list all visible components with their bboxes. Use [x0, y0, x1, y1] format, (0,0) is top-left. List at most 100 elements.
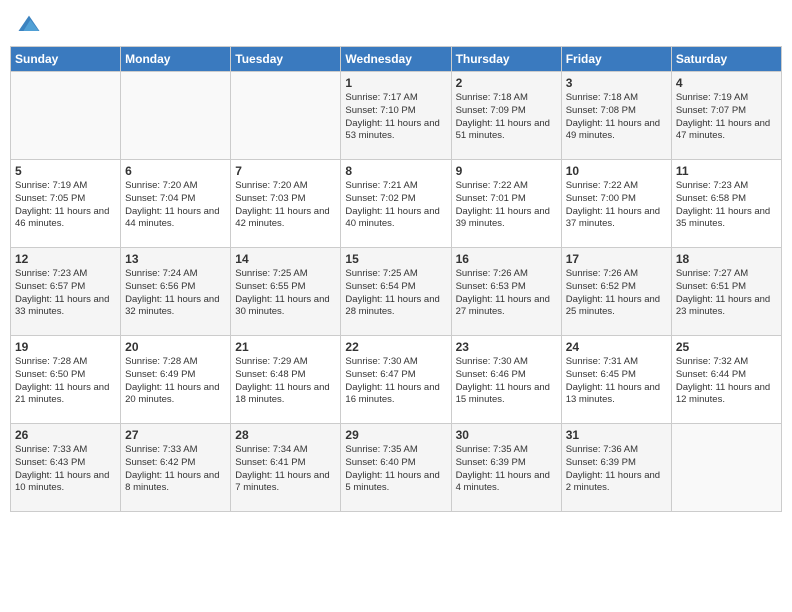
day-info: Sunrise: 7:34 AM Sunset: 6:41 PM Dayligh… — [235, 444, 336, 495]
day-cell-13: 13 Sunrise: 7:24 AM Sunset: 6:56 PM Dayli… — [121, 248, 231, 336]
calendar-body: 1 Sunrise: 7:17 AM Sunset: 7:10 PM Daylig… — [11, 72, 782, 512]
day-info: Sunrise: 7:19 AM Sunset: 7:05 PM Dayligh… — [15, 180, 116, 231]
day-cell-5: 5 Sunrise: 7:19 AM Sunset: 7:05 PM Daylig… — [11, 160, 121, 248]
day-cell-14: 14 Sunrise: 7:25 AM Sunset: 6:55 PM Dayli… — [231, 248, 341, 336]
day-cell-7: 7Sunrise: 7:20 AM Sunset: 7:03 PM Daylig… — [231, 160, 341, 248]
day-number: 29 — [345, 428, 446, 442]
header-day-tuesday: Tuesday — [231, 47, 341, 72]
week-row-4: 19Sunrise: 7:28 AM Sunset: 6:50 PM Dayli… — [11, 336, 782, 424]
day-cell-empty — [671, 424, 781, 512]
day-number: 22 — [345, 340, 446, 354]
day-number: 14 — [235, 252, 336, 266]
day-number: 11 — [676, 164, 777, 178]
header-day-wednesday: Wednesday — [341, 47, 451, 72]
day-number: 19 — [15, 340, 116, 354]
day-number: 20 — [125, 340, 226, 354]
day-cell-27: 27 Sunrise: 7:33 AM Sunset: 6:42 PM Dayli… — [121, 424, 231, 512]
day-number: 3 — [566, 76, 667, 90]
day-cell-empty — [11, 72, 121, 160]
day-info: Sunrise: 7:33 AM Sunset: 6:43 PM Dayligh… — [15, 444, 116, 495]
day-number: 1 — [345, 76, 446, 90]
day-info: Sunrise: 7:29 AM Sunset: 6:48 PM Dayligh… — [235, 356, 336, 407]
day-number: 25 — [676, 340, 777, 354]
day-info: Sunrise: 7:35 AM Sunset: 6:39 PM Dayligh… — [456, 444, 557, 495]
day-info: Sunrise: 7:23 AM Sunset: 6:57 PM Dayligh… — [15, 268, 116, 319]
day-cell-15: 15 Sunrise: 7:25 AM Sunset: 6:54 PM Dayli… — [341, 248, 451, 336]
day-number: 9 — [456, 164, 557, 178]
day-number: 28 — [235, 428, 336, 442]
day-info: Sunrise: 7:31 AM Sunset: 6:45 PM Dayligh… — [566, 356, 667, 407]
day-info: Sunrise: 7:18 AM Sunset: 7:08 PM Dayligh… — [566, 92, 667, 143]
day-number: 10 — [566, 164, 667, 178]
day-number: 6 — [125, 164, 226, 178]
day-cell-10: 10 Sunrise: 7:22 AM Sunset: 7:00 PM Dayli… — [561, 160, 671, 248]
day-info: Sunrise: 7:30 AM Sunset: 6:46 PM Dayligh… — [456, 356, 557, 407]
day-cell-24: 24 Sunrise: 7:31 AM Sunset: 6:45 PM Dayli… — [561, 336, 671, 424]
day-cell-2: 2 Sunrise: 7:18 AM Sunset: 7:09 PM Daylig… — [451, 72, 561, 160]
day-number: 12 — [15, 252, 116, 266]
day-cell-empty — [121, 72, 231, 160]
day-info: Sunrise: 7:25 AM Sunset: 6:54 PM Dayligh… — [345, 268, 446, 319]
day-info: Sunrise: 7:24 AM Sunset: 6:56 PM Dayligh… — [125, 268, 226, 319]
day-info: Sunrise: 7:35 AM Sunset: 6:40 PM Dayligh… — [345, 444, 446, 495]
day-number: 18 — [676, 252, 777, 266]
day-cell-1: 1 Sunrise: 7:17 AM Sunset: 7:10 PM Daylig… — [341, 72, 451, 160]
day-info: Sunrise: 7:23 AM Sunset: 6:58 PM Dayligh… — [676, 180, 777, 231]
week-row-3: 12 Sunrise: 7:23 AM Sunset: 6:57 PM Dayli… — [11, 248, 782, 336]
day-cell-8: 8 Sunrise: 7:21 AM Sunset: 7:02 PM Daylig… — [341, 160, 451, 248]
page-header — [10, 10, 782, 38]
day-number: 30 — [456, 428, 557, 442]
day-cell-18: 18Sunrise: 7:27 AM Sunset: 6:51 PM Dayli… — [671, 248, 781, 336]
day-info: Sunrise: 7:21 AM Sunset: 7:02 PM Dayligh… — [345, 180, 446, 231]
day-cell-9: 9 Sunrise: 7:22 AM Sunset: 7:01 PM Daylig… — [451, 160, 561, 248]
day-cell-23: 23 Sunrise: 7:30 AM Sunset: 6:46 PM Dayli… — [451, 336, 561, 424]
day-info: Sunrise: 7:17 AM Sunset: 7:10 PM Dayligh… — [345, 92, 446, 143]
day-info: Sunrise: 7:20 AM Sunset: 7:04 PM Dayligh… — [125, 180, 226, 231]
day-number: 13 — [125, 252, 226, 266]
day-info: Sunrise: 7:26 AM Sunset: 6:53 PM Dayligh… — [456, 268, 557, 319]
day-info: Sunrise: 7:26 AM Sunset: 6:52 PM Dayligh… — [566, 268, 667, 319]
day-info: Sunrise: 7:18 AM Sunset: 7:09 PM Dayligh… — [456, 92, 557, 143]
day-cell-6: 6 Sunrise: 7:20 AM Sunset: 7:04 PM Daylig… — [121, 160, 231, 248]
day-cell-26: 26Sunrise: 7:33 AM Sunset: 6:43 PM Dayli… — [11, 424, 121, 512]
day-cell-19: 19Sunrise: 7:28 AM Sunset: 6:50 PM Dayli… — [11, 336, 121, 424]
day-number: 15 — [345, 252, 446, 266]
day-info: Sunrise: 7:25 AM Sunset: 6:55 PM Dayligh… — [235, 268, 336, 319]
day-number: 27 — [125, 428, 226, 442]
header-day-saturday: Saturday — [671, 47, 781, 72]
day-cell-3: 3 Sunrise: 7:18 AM Sunset: 7:08 PM Daylig… — [561, 72, 671, 160]
day-cell-empty — [231, 72, 341, 160]
day-cell-16: 16 Sunrise: 7:26 AM Sunset: 6:53 PM Dayli… — [451, 248, 561, 336]
day-info: Sunrise: 7:30 AM Sunset: 6:47 PM Dayligh… — [345, 356, 446, 407]
day-number: 31 — [566, 428, 667, 442]
day-number: 23 — [456, 340, 557, 354]
header-row: SundayMondayTuesdayWednesdayThursdayFrid… — [11, 47, 782, 72]
header-day-sunday: Sunday — [11, 47, 121, 72]
day-cell-30: 30 Sunrise: 7:35 AM Sunset: 6:39 PM Dayli… — [451, 424, 561, 512]
day-cell-31: 31Sunrise: 7:36 AM Sunset: 6:39 PM Dayli… — [561, 424, 671, 512]
day-cell-17: 17Sunrise: 7:26 AM Sunset: 6:52 PM Dayli… — [561, 248, 671, 336]
day-info: Sunrise: 7:20 AM Sunset: 7:03 PM Dayligh… — [235, 180, 336, 231]
day-number: 2 — [456, 76, 557, 90]
day-number: 8 — [345, 164, 446, 178]
day-info: Sunrise: 7:32 AM Sunset: 6:44 PM Dayligh… — [676, 356, 777, 407]
day-number: 16 — [456, 252, 557, 266]
day-cell-4: 4Sunrise: 7:19 AM Sunset: 7:07 PM Daylig… — [671, 72, 781, 160]
day-info: Sunrise: 7:28 AM Sunset: 6:49 PM Dayligh… — [125, 356, 226, 407]
header-day-friday: Friday — [561, 47, 671, 72]
week-row-2: 5 Sunrise: 7:19 AM Sunset: 7:05 PM Daylig… — [11, 160, 782, 248]
day-cell-28: 28 Sunrise: 7:34 AM Sunset: 6:41 PM Dayli… — [231, 424, 341, 512]
day-number: 21 — [235, 340, 336, 354]
day-info: Sunrise: 7:22 AM Sunset: 7:01 PM Dayligh… — [456, 180, 557, 231]
day-cell-11: 11 Sunrise: 7:23 AM Sunset: 6:58 PM Dayli… — [671, 160, 781, 248]
day-info: Sunrise: 7:33 AM Sunset: 6:42 PM Dayligh… — [125, 444, 226, 495]
day-number: 24 — [566, 340, 667, 354]
day-cell-12: 12 Sunrise: 7:23 AM Sunset: 6:57 PM Dayli… — [11, 248, 121, 336]
calendar-table: SundayMondayTuesdayWednesdayThursdayFrid… — [10, 46, 782, 512]
day-cell-29: 29 Sunrise: 7:35 AM Sunset: 6:40 PM Dayli… — [341, 424, 451, 512]
day-cell-20: 20 Sunrise: 7:28 AM Sunset: 6:49 PM Dayli… — [121, 336, 231, 424]
day-cell-25: 25 Sunrise: 7:32 AM Sunset: 6:44 PM Dayli… — [671, 336, 781, 424]
header-day-thursday: Thursday — [451, 47, 561, 72]
day-info: Sunrise: 7:22 AM Sunset: 7:00 PM Dayligh… — [566, 180, 667, 231]
day-number: 5 — [15, 164, 116, 178]
